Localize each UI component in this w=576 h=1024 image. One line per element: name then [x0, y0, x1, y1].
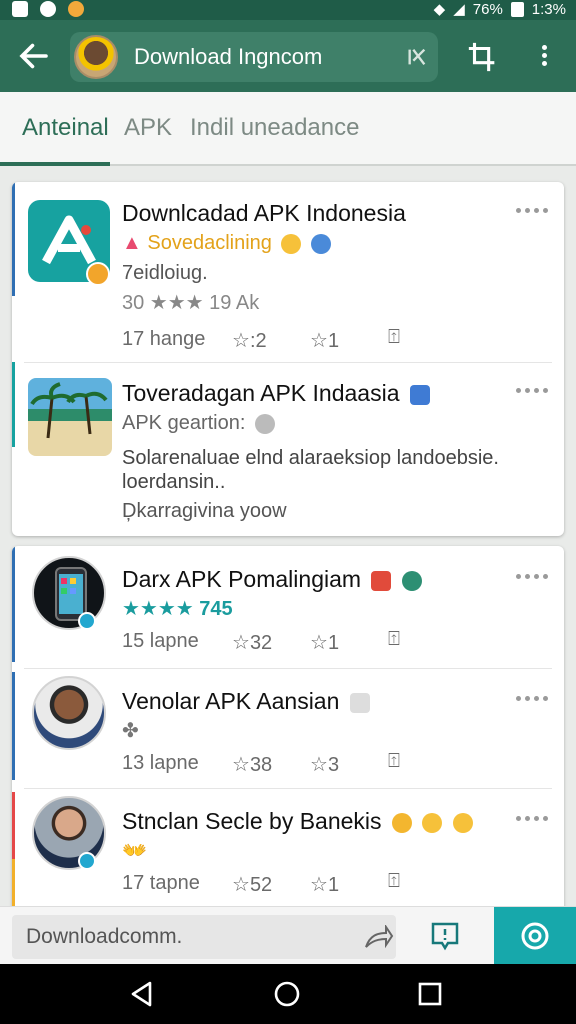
palm-tree-icon — [30, 382, 108, 439]
thumbs-icon: ☆ — [310, 330, 328, 352]
item-subtitle: ▲ Sovedaclining — [122, 232, 332, 255]
smile-emoji-icon — [281, 233, 302, 254]
settings-button[interactable] — [494, 907, 576, 965]
more-options-icon[interactable] — [516, 816, 548, 824]
nav-home-icon[interactable] — [273, 980, 301, 1008]
battery-text: 76% — [472, 0, 503, 18]
comment-bar: Downloadcomm. — [0, 906, 576, 965]
wifi-icon: ◆ — [433, 1, 446, 18]
triangle-badge-icon — [401, 570, 422, 591]
send-icon[interactable] — [364, 925, 394, 951]
app-bar: Download Ingncom — [0, 20, 576, 92]
thumbs-icon: ☆ — [310, 754, 328, 776]
more-options-icon[interactable] — [516, 388, 548, 396]
more-options-icon[interactable] — [516, 574, 548, 582]
check-icon — [254, 413, 275, 434]
search-input[interactable]: Download Ingncom — [134, 44, 322, 70]
chrome-icon — [40, 1, 56, 17]
rating: 30 ★★★ 19 Ak — [122, 292, 260, 314]
battery-icon — [510, 1, 524, 17]
tab-indil-uneadance[interactable]: Indil uneadance — [190, 114, 359, 142]
doc-badge-icon — [349, 692, 370, 713]
verified-icon — [78, 852, 96, 870]
signal-icon: ◢ — [453, 1, 465, 18]
smile-emoji-icon — [422, 812, 443, 833]
like-button[interactable]: ☆52 — [232, 872, 272, 897]
share-icon[interactable]: ⍐ — [388, 628, 400, 651]
item-footer: Ḑkarragivina yoow — [122, 500, 287, 522]
more-options-icon[interactable] — [516, 208, 548, 216]
sparkle-icon: ✤ — [122, 720, 139, 742]
item-title[interactable]: Stnclan Secle by Banekis — [122, 808, 473, 835]
crop-icon[interactable] — [466, 40, 500, 74]
tab-anteinal[interactable]: Anteinal — [22, 114, 109, 142]
blue-badge-icon — [409, 384, 430, 405]
chat-icon[interactable] — [430, 921, 460, 951]
thumbs-icon: ☆ — [310, 632, 328, 654]
comment-input[interactable]: Downloadcomm. — [12, 915, 396, 959]
reaction-button[interactable]: ☆1 — [310, 328, 339, 353]
item-title[interactable]: Venolar APK Aansian — [122, 688, 370, 715]
nav-back-icon[interactable] — [128, 980, 156, 1008]
item-title[interactable]: Darx APK Pomalingiam — [122, 566, 422, 593]
thumbs-icon: ☆ — [310, 874, 328, 896]
smile-emoji-icon — [452, 812, 473, 833]
like-button[interactable]: ☆32 — [232, 630, 272, 655]
item-meta: 7eidloiug. — [122, 262, 208, 284]
comment-input-text[interactable]: Downloadcomm. — [26, 925, 182, 949]
like-button[interactable]: ☆:2 — [232, 328, 267, 353]
globe-icon — [311, 233, 332, 254]
thumbs-up-icon: ☆ — [232, 874, 250, 896]
emoji-notification-icon — [68, 1, 84, 17]
status-bar: ◆ ◢ 76% 1:3% — [0, 0, 576, 20]
tab-apk[interactable]: APK — [124, 114, 172, 142]
like-button[interactable]: ☆38 — [232, 752, 272, 777]
clear-icon[interactable] — [406, 46, 428, 68]
search-box[interactable]: Download Ingncom — [70, 32, 438, 82]
share-icon[interactable]: ⍐ — [388, 870, 400, 893]
app-logo-icon — [42, 215, 96, 265]
item-description: Solarenaluae elnd alaraeksiop landoebsie… — [122, 447, 499, 493]
more-options-icon[interactable] — [516, 696, 548, 704]
share-icon[interactable]: ⍐ — [388, 750, 400, 773]
tab-bar: Anteinal APK Indil uneadance — [0, 92, 576, 166]
stat-label: 17 hange — [122, 328, 206, 350]
thumbs-up-icon: ☆ — [232, 632, 250, 654]
reaction-button[interactable]: ☆3 — [310, 752, 339, 777]
play-badge-icon — [86, 262, 110, 286]
hands-icon: 👐 — [122, 840, 147, 862]
thumbs-up-icon: ☆ — [232, 330, 250, 352]
stat-label: 15 lapne — [122, 630, 199, 652]
stat-label: 17 tapne — [122, 872, 200, 894]
notification-icon — [12, 1, 28, 17]
gear-icon — [521, 922, 549, 950]
pencil-icon — [371, 570, 392, 591]
item-title[interactable]: Downlcadad APK Indonesia — [122, 200, 406, 227]
back-arrow-icon[interactable] — [16, 38, 52, 74]
share-icon[interactable]: ⍐ — [388, 326, 400, 349]
clock: 1:3% — [531, 0, 566, 18]
reaction-button[interactable]: ☆1 — [310, 630, 339, 655]
thumbs-up-icon: ☆ — [232, 754, 250, 776]
verified-icon — [78, 612, 96, 630]
item-title[interactable]: Toveradagan APK Indaasia — [122, 380, 430, 407]
thumbnail-image[interactable] — [28, 378, 112, 456]
rating: ★★★★ 745 — [122, 598, 233, 620]
stat-label: 13 lapne — [122, 752, 199, 774]
reaction-button[interactable]: ☆1 — [310, 872, 339, 897]
item-subtitle: APK geartion: — [122, 412, 275, 435]
avatar[interactable] — [74, 35, 118, 79]
person-avatar[interactable] — [32, 676, 106, 750]
more-options-icon[interactable] — [536, 42, 552, 72]
active-tab-indicator — [0, 162, 110, 166]
system-nav-bar — [0, 964, 576, 1024]
star-emoji-icon — [391, 812, 412, 833]
app-icon[interactable] — [28, 200, 110, 286]
nav-recents-icon[interactable] — [416, 980, 444, 1008]
warning-icon: ▲ — [122, 232, 142, 254]
